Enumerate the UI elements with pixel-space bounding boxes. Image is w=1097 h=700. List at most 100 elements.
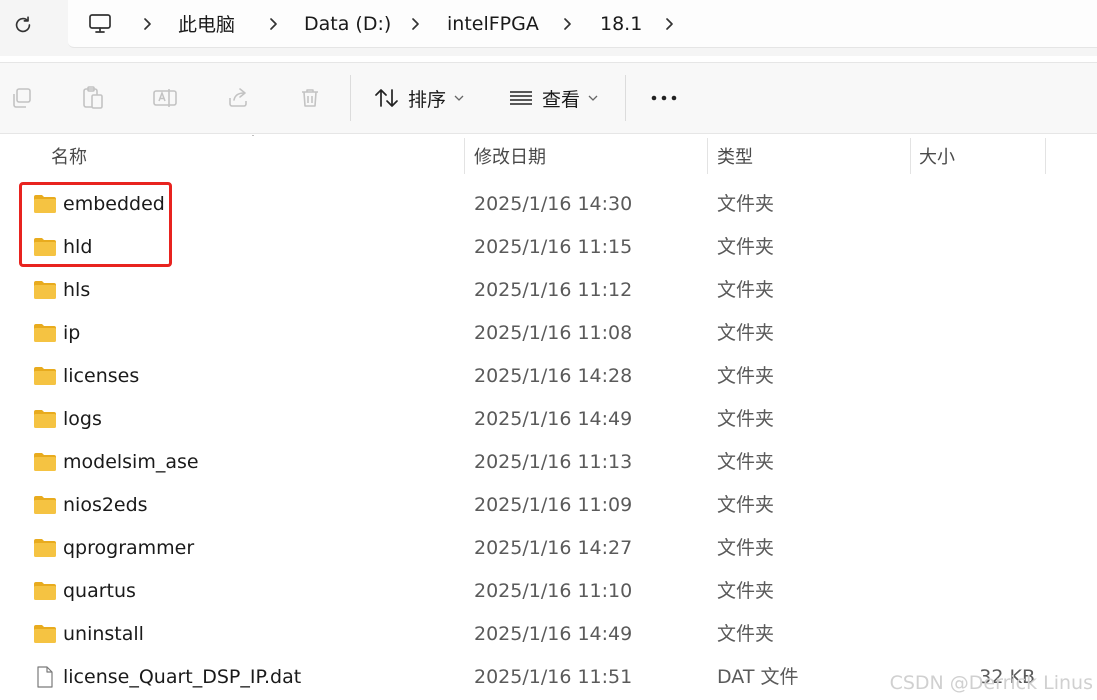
address-bar[interactable]: 此电脑 Data (D:) intelFPGA 18.1 — [68, 0, 1097, 48]
file-row[interactable]: qprogrammer 2025/1/16 14:27 文件夹 — [0, 527, 1097, 570]
breadcrumb-label: intelFPGA — [447, 12, 539, 35]
file-type: 文件夹 — [717, 537, 775, 559]
file-type: 文件夹 — [717, 279, 775, 301]
file-type: 文件夹 — [717, 408, 775, 430]
file-date-modified: 2025/1/16 11:12 — [474, 279, 633, 301]
breadcrumb-label: Data (D:) — [304, 12, 392, 35]
file-date-modified: 2025/1/16 11:09 — [474, 494, 633, 516]
view-button[interactable]: 查看 — [508, 83, 598, 113]
file-date-modified: 2025/1/16 14:49 — [474, 408, 633, 430]
file-row[interactable]: ip 2025/1/16 11:08 文件夹 — [0, 312, 1097, 355]
column-header-date[interactable]: 修改日期 — [474, 136, 704, 176]
clipboard-icon — [83, 86, 103, 109]
breadcrumb-18-1[interactable]: 18.1 — [600, 0, 642, 47]
file-row[interactable]: quartus 2025/1/16 11:10 文件夹 — [0, 570, 1097, 613]
chevron-down-icon — [588, 95, 598, 101]
column-header-label: 名称 — [51, 147, 87, 168]
chevron-down-icon — [454, 95, 464, 101]
trash-icon — [302, 89, 318, 107]
file-name: quartus — [63, 580, 136, 602]
file-date-modified: 2025/1/16 11:10 — [474, 580, 633, 602]
file-name: logs — [63, 408, 102, 430]
sort-button[interactable]: 排序 — [374, 83, 464, 113]
file-type: 文件夹 — [717, 451, 775, 473]
folder-icon — [33, 494, 57, 516]
column-header-label: 大小 — [919, 147, 955, 168]
refresh-button[interactable] — [10, 12, 36, 38]
file-date-modified: 2025/1/16 11:15 — [474, 236, 633, 258]
file-name: licenses — [63, 365, 140, 387]
folder-icon — [33, 408, 57, 430]
address-row: 此电脑 Data (D:) intelFPGA 18.1 — [0, 0, 1097, 56]
folder-icon — [33, 623, 57, 645]
column-divider[interactable] — [707, 138, 708, 174]
file-type: DAT 文件 — [717, 666, 799, 688]
more-options-button[interactable] — [648, 85, 680, 111]
sort-icon — [375, 89, 398, 107]
file-date-modified: 2025/1/16 14:49 — [474, 623, 633, 645]
file-date-modified: 2025/1/16 11:51 — [474, 666, 633, 688]
file-row[interactable]: hls 2025/1/16 11:12 文件夹 — [0, 269, 1097, 312]
file-row[interactable]: uninstall 2025/1/16 14:49 文件夹 — [0, 613, 1097, 656]
share-button[interactable] — [225, 85, 251, 111]
share-icon — [229, 88, 247, 107]
view-label: 查看 — [542, 88, 581, 111]
breadcrumb-data-drive[interactable]: Data (D:) — [304, 0, 391, 47]
file-type: 文件夹 — [717, 322, 775, 344]
column-header-type[interactable]: 类型 — [717, 136, 907, 176]
folder-icon — [33, 537, 57, 559]
folder-icon — [33, 322, 57, 344]
file-row[interactable]: logs 2025/1/16 14:49 文件夹 — [0, 398, 1097, 441]
file-date-modified: 2025/1/16 14:27 — [474, 537, 633, 559]
view-lines-icon — [510, 91, 532, 105]
column-divider[interactable] — [910, 138, 911, 174]
chevron-right-icon[interactable] — [562, 17, 574, 31]
sort-label: 排序 — [408, 88, 447, 111]
file-type: 文件夹 — [717, 623, 775, 645]
file-type: 文件夹 — [717, 494, 775, 516]
refresh-icon — [15, 16, 31, 33]
file-name: nios2eds — [63, 494, 148, 516]
file-name: license_Quart_DSP_IP.dat — [63, 666, 302, 688]
copy-icon — [13, 88, 31, 108]
file-row[interactable]: licenses 2025/1/16 14:28 文件夹 — [0, 355, 1097, 398]
breadcrumb-label: 此电脑 — [178, 14, 236, 36]
delete-button[interactable] — [297, 85, 323, 111]
folder-icon — [33, 365, 57, 387]
chevron-right-icon[interactable] — [410, 17, 422, 31]
breadcrumb-intelfpga[interactable]: intelFPGA — [447, 0, 539, 47]
folder-icon — [33, 451, 57, 473]
file-type: 文件夹 — [717, 365, 775, 387]
highlight-annotation — [19, 182, 172, 267]
breadcrumb-label: 18.1 — [600, 12, 643, 35]
column-header-size[interactable]: 大小 — [919, 136, 1039, 176]
file-name: uninstall — [63, 623, 144, 645]
chevron-right-icon[interactable] — [142, 17, 154, 31]
column-header-label: 修改日期 — [474, 147, 546, 168]
column-header-label: 类型 — [717, 147, 753, 168]
rename-icon — [153, 89, 177, 107]
file-type: 文件夹 — [717, 236, 775, 258]
file-date-modified: 2025/1/16 14:30 — [474, 193, 633, 215]
chevron-right-icon[interactable] — [268, 17, 280, 31]
paste-button[interactable] — [80, 85, 106, 111]
file-name: modelsim_ase — [63, 451, 199, 473]
column-divider[interactable] — [1045, 138, 1046, 174]
command-bar: 排序 查看 — [0, 62, 1097, 134]
chevron-right-icon[interactable] — [664, 17, 676, 31]
copy-button[interactable] — [9, 85, 35, 111]
folder-icon — [33, 580, 57, 602]
folder-icon — [33, 279, 57, 301]
rename-button[interactable] — [152, 85, 178, 111]
file-type: 文件夹 — [717, 580, 775, 602]
file-row[interactable]: nios2eds 2025/1/16 11:09 文件夹 — [0, 484, 1097, 527]
toolbar-divider — [625, 75, 626, 121]
file-date-modified: 2025/1/16 11:13 — [474, 451, 633, 473]
more-dots-icon — [651, 95, 677, 101]
file-row[interactable]: modelsim_ase 2025/1/16 11:13 文件夹 — [0, 441, 1097, 484]
watermark: CSDN @Derrick Linus — [889, 672, 1093, 694]
column-header-name[interactable]: 名称 — [51, 136, 461, 176]
this-pc-icon-button[interactable] — [88, 0, 112, 47]
breadcrumb-this-pc[interactable]: 此电脑 — [178, 0, 235, 47]
column-divider[interactable] — [464, 138, 465, 174]
